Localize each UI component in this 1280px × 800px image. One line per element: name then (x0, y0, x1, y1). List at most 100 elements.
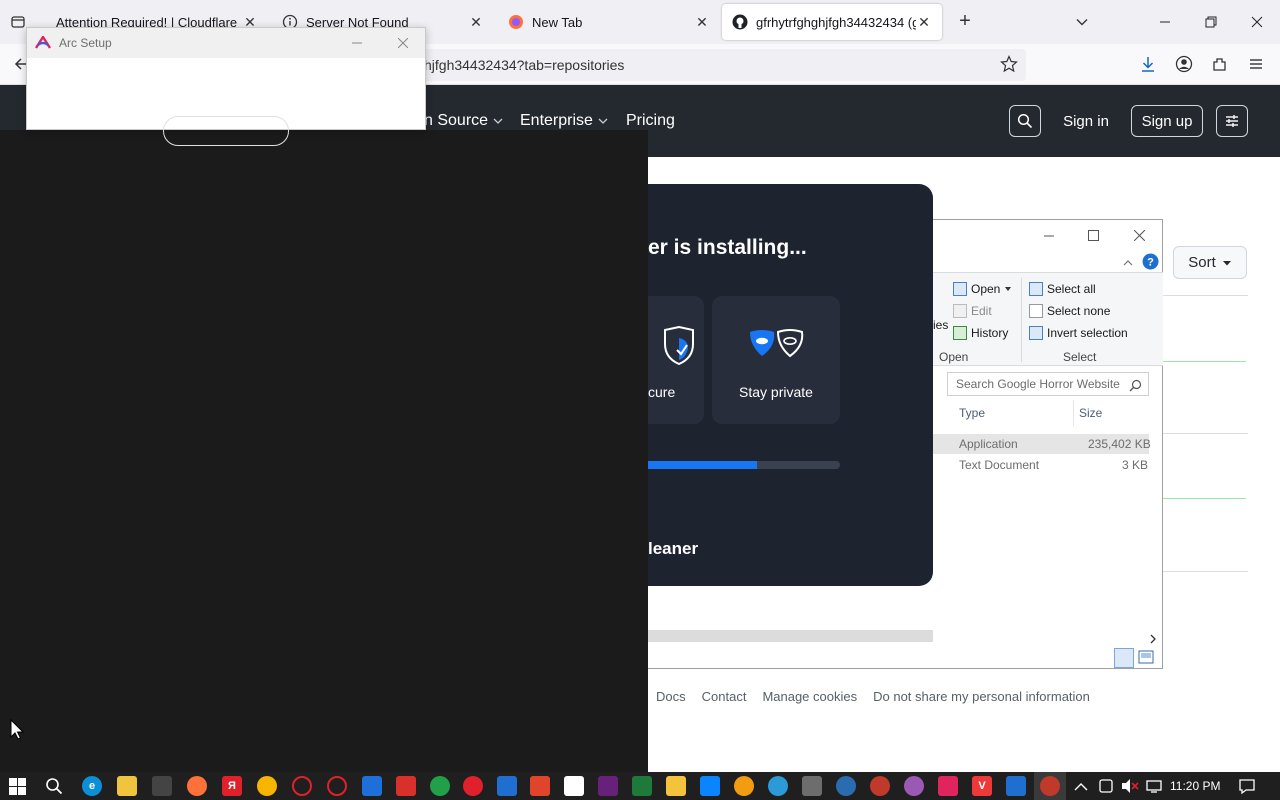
bookmark-star-icon[interactable] (997, 52, 1021, 76)
ribbon-open-label: Open (971, 282, 1001, 296)
firefox-icon[interactable] (187, 776, 207, 796)
network-icon[interactable] (1145, 778, 1163, 797)
feature-card-label: Stay private (739, 384, 813, 400)
footer-link-contact[interactable]: Contact (702, 689, 747, 704)
chevron-up-icon[interactable] (1123, 256, 1133, 271)
minimize-button[interactable] (1142, 0, 1188, 44)
camera-app-icon[interactable] (396, 776, 416, 796)
details-view-icon[interactable] (1114, 648, 1134, 668)
browser-app-icon[interactable] (870, 776, 890, 796)
maximize-button[interactable] (1085, 227, 1101, 243)
close-icon[interactable] (395, 35, 411, 51)
nav-open-source[interactable]: n Source (424, 112, 504, 130)
nav-pricing[interactable]: Pricing (626, 112, 675, 130)
visual-studio-icon[interactable] (598, 776, 618, 796)
taskbar-active-app[interactable] (1034, 772, 1066, 800)
chevron-down-icon (598, 118, 608, 124)
vivaldi-like-icon[interactable] (327, 776, 347, 796)
opera-icon[interactable] (292, 776, 312, 796)
sign-in-link[interactable]: Sign in (1060, 105, 1112, 137)
hamburger-menu-icon[interactable] (1244, 52, 1268, 76)
tor-icon[interactable] (904, 776, 924, 796)
globe-icon[interactable] (836, 776, 856, 796)
close-icon[interactable]: ✕ (694, 14, 710, 31)
restore-button[interactable] (1188, 0, 1234, 44)
search-input[interactable]: Search Google Horror Website (947, 372, 1149, 396)
taskbar-clock[interactable]: 11:20 PM (1170, 772, 1220, 800)
tab-label: New Tab (532, 14, 583, 30)
chevron-down-icon[interactable] (1072, 12, 1092, 32)
search-button[interactable] (1009, 105, 1041, 137)
installer-product-name: leaner (648, 539, 699, 558)
tab-github[interactable]: gfrhytrfghghjfgh34432434 (gfrh ✕ (722, 4, 942, 40)
installer-panel: er is installing... cure Stay private le… (648, 184, 933, 586)
ribbon-select-none-button[interactable]: Select none (1029, 304, 1110, 318)
arc-setup-button[interactable] (163, 116, 289, 146)
chrome-canary-icon[interactable] (257, 776, 277, 796)
nav-enterprise[interactable]: Enterprise (520, 112, 609, 130)
vivaldi-icon[interactable]: V (972, 776, 992, 796)
divider (1163, 571, 1248, 572)
activity-graph-line (1163, 498, 1246, 499)
file-explorer-window: ? ies Open Edit History Open Select all … (933, 219, 1163, 669)
menu-button[interactable] (1216, 105, 1248, 137)
volume-muted-icon[interactable] (1121, 778, 1139, 797)
notes-icon[interactable] (666, 776, 686, 796)
ribbon-edit-button[interactable]: Edit (953, 304, 992, 318)
sheets-icon[interactable] (632, 776, 652, 796)
new-tab-button[interactable]: + (955, 10, 975, 34)
firefox-dev-icon[interactable] (734, 776, 754, 796)
url-bar[interactable]: hjfgh34432434?tab=repositories (400, 49, 1026, 81)
help-icon[interactable]: ? (1142, 253, 1159, 273)
file-type-cell[interactable]: Application (959, 437, 1018, 451)
ribbon-select-all-button[interactable]: Select all (1029, 282, 1096, 296)
ribbon-history-button[interactable]: History (953, 326, 1008, 340)
shield-browser-icon[interactable] (362, 776, 382, 796)
tray-app-icon[interactable] (1098, 778, 1114, 797)
remote-desktop-icon[interactable] (700, 776, 720, 796)
file-type-cell[interactable]: Text Document (959, 458, 1039, 472)
bitwarden-icon[interactable] (497, 776, 517, 796)
notification-icon[interactable] (1238, 777, 1256, 798)
yandex-icon[interactable]: Я (222, 776, 242, 796)
tab-new-tab[interactable]: New Tab ✕ (498, 4, 720, 40)
column-header-size[interactable]: Size (1079, 406, 1102, 420)
footer-link-manage-cookies[interactable]: Manage cookies (762, 689, 857, 704)
chrome-icon[interactable] (430, 776, 450, 796)
opera-gx-icon[interactable] (463, 776, 483, 796)
large-icons-view-icon[interactable] (1138, 650, 1154, 667)
minimize-button[interactable] (1041, 228, 1057, 244)
close-icon[interactable] (1131, 227, 1147, 243)
windows-taskbar: e Я V 11:20 PM (0, 772, 1280, 800)
feature-card-secure: cure (648, 296, 704, 424)
store-icon[interactable] (152, 776, 172, 796)
footer-link-do-not-share[interactable]: Do not share my personal information (873, 689, 1090, 704)
close-icon[interactable]: ✕ (468, 14, 484, 31)
close-icon[interactable]: ✕ (916, 14, 932, 31)
ribbon-open-button[interactable]: Open (953, 282, 1012, 296)
arc-icon[interactable] (938, 776, 958, 796)
tab-list-icon[interactable] (8, 12, 28, 32)
minimize-button[interactable] (349, 35, 365, 51)
tools-icon[interactable] (1006, 776, 1026, 796)
windows-start-icon[interactable] (9, 778, 26, 798)
extensions-icon[interactable] (1208, 52, 1232, 76)
sort-button[interactable]: Sort (1173, 246, 1247, 279)
scroll-right-arrow-icon[interactable] (1149, 632, 1157, 647)
footer-link-docs[interactable]: Docs (656, 689, 686, 704)
paint-icon[interactable] (564, 776, 584, 796)
brave-icon[interactable] (530, 776, 550, 796)
close-window-button[interactable] (1234, 0, 1280, 44)
sign-up-button[interactable]: Sign up (1131, 105, 1203, 137)
edge-beta-icon[interactable] (768, 776, 788, 796)
system-tool-icon[interactable] (802, 776, 822, 796)
edge-icon[interactable]: e (82, 776, 102, 796)
file-explorer-icon[interactable] (117, 776, 137, 796)
search-icon[interactable] (45, 777, 63, 798)
column-header-type[interactable]: Type (959, 406, 985, 420)
ribbon-invert-selection-button[interactable]: Invert selection (1029, 326, 1128, 340)
chevron-up-icon[interactable] (1074, 780, 1088, 795)
account-icon[interactable] (1172, 52, 1196, 76)
search-icon (1017, 113, 1033, 129)
download-icon[interactable] (1136, 52, 1160, 76)
